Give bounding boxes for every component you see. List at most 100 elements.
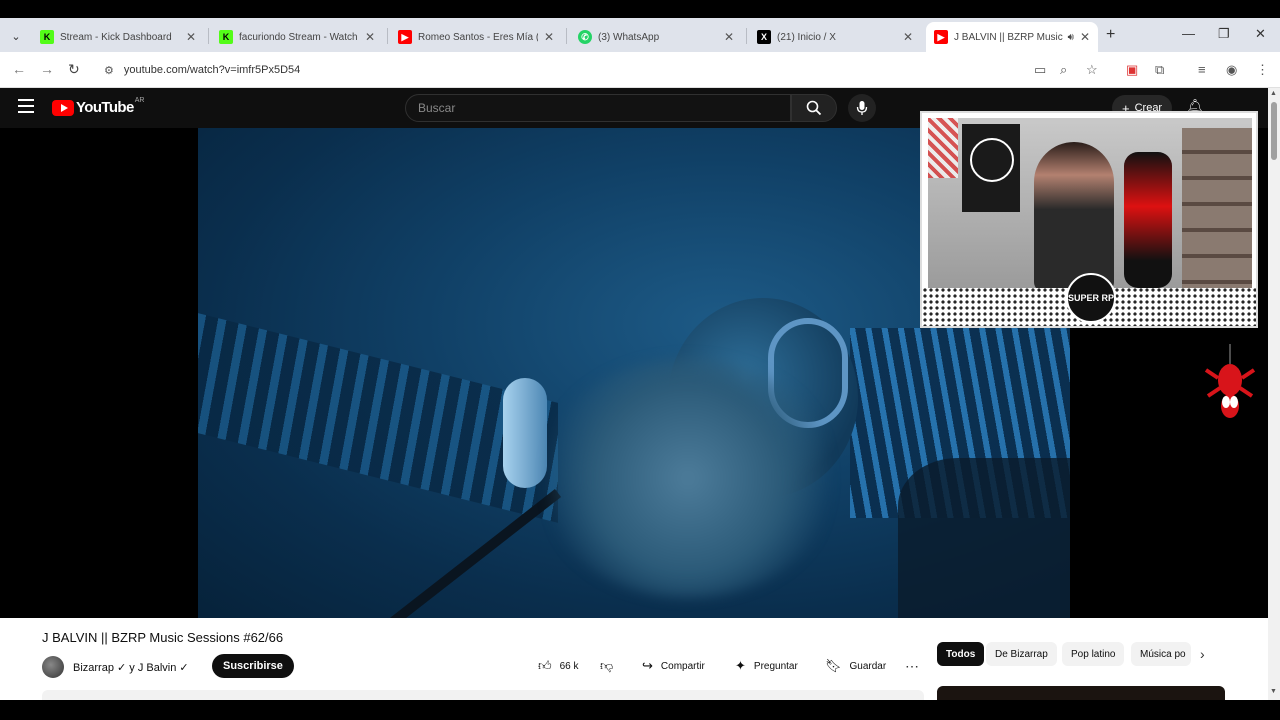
sparkle-icon: ✦ [735, 658, 746, 673]
webcam-feed [928, 118, 1252, 288]
youtube-icon: ▶ [934, 30, 948, 44]
badge-text: SUPER RP [1068, 292, 1115, 303]
bookmark-star-icon[interactable]: ☆ [1086, 62, 1098, 78]
chevron-right-icon[interactable]: › [1200, 646, 1205, 662]
tab-separator [566, 28, 567, 44]
streamer-webcam-overlay: SUPER RP [920, 111, 1258, 328]
channel-name[interactable]: Bizarrap ✓ y J Balvin ✓ [73, 661, 189, 674]
tab-title: (3) WhatsApp [598, 31, 660, 43]
page-scrollbar[interactable]: ▲ ▼ [1268, 88, 1280, 700]
bookmark-icon: 🔖︎ [825, 658, 842, 673]
tab-title: facuriondo Stream - Watch L [239, 31, 359, 43]
chip-label: De Bizarrap [995, 648, 1048, 660]
chip-latin-pop[interactable]: Pop latino [1062, 642, 1125, 666]
tab-bar: ⌄ K Stream - Kick Dashboard ✕ K facurion… [0, 18, 1280, 52]
tab-x[interactable]: X (21) Inicio / X ✕ [749, 22, 921, 52]
youtube-icon: ▶ [398, 30, 412, 44]
kick-icon: K [219, 30, 233, 44]
browser-tab-strip: ⌄ K Stream - Kick Dashboard ✕ K facurion… [0, 0, 1280, 52]
extensions-puzzle-icon[interactable]: ⧉ [1155, 62, 1164, 78]
kick-icon: K [40, 30, 54, 44]
scroll-down-icon[interactable]: ▼ [1270, 688, 1277, 695]
close-tab-icon[interactable]: ✕ [903, 30, 913, 44]
profile-icon[interactable]: ◉ [1226, 62, 1237, 78]
screen: ⌄ K Stream - Kick Dashboard ✕ K facurion… [0, 0, 1280, 720]
chip-all[interactable]: Todos [937, 642, 985, 666]
save-label: Guardar [849, 660, 887, 672]
media-control-icon[interactable]: ≡ [1198, 62, 1206, 77]
like-button[interactable]: 👍︎ 66 k [538, 654, 579, 678]
tab-title: Stream - Kick Dashboard [60, 31, 172, 43]
video-mic-stand [381, 489, 562, 618]
close-tab-icon[interactable]: ✕ [186, 30, 196, 44]
tab-kick-dashboard[interactable]: K Stream - Kick Dashboard ✕ [32, 22, 204, 52]
tab-title: J BALVIN || BZRP Music S [954, 31, 1064, 43]
scroll-up-icon[interactable]: ▲ [1270, 90, 1277, 97]
ask-label: Preguntar [753, 660, 798, 672]
tab-title: (21) Inicio / X [777, 31, 836, 43]
dislike-button[interactable]: 👎︎ [600, 654, 621, 678]
subscribe-button[interactable]: Suscribirse [212, 654, 294, 678]
stream-logo-badge: SUPER RP [1066, 273, 1116, 323]
like-count: 66 k [559, 660, 579, 672]
close-tab-icon[interactable]: ✕ [365, 30, 375, 44]
chip-music[interactable]: Música po [1131, 642, 1191, 666]
browser-toolbar: ← → ↻ ⚙ youtube.com/watch?v=imfr5Px5D54 … [0, 52, 1280, 88]
voice-search-button[interactable] [848, 94, 876, 122]
tab-romeo-santos[interactable]: ▶ Romeo Santos - Eres Mía (La ✕ [390, 22, 562, 52]
ask-button[interactable]: ✦ Preguntar [735, 654, 798, 678]
restore-icon[interactable]: ❐ [1218, 26, 1230, 42]
search-button[interactable] [791, 94, 837, 122]
forward-icon[interactable]: → [40, 61, 54, 77]
tab-separator [387, 28, 388, 44]
menu-icon[interactable] [18, 99, 34, 113]
channel-avatar[interactable] [42, 656, 64, 678]
screen-bottom-edge [0, 700, 1280, 720]
speaker-icon[interactable]: 🔊︎ [1068, 32, 1074, 43]
thumbs-up-icon: 👍︎ [538, 658, 552, 673]
share-icon: ↪ [642, 658, 653, 673]
browser-menu-icon[interactable]: ⋮ [1256, 62, 1269, 78]
reload-icon[interactable]: ↻ [68, 61, 80, 78]
scroll-thumb[interactable] [1271, 102, 1277, 160]
search-input[interactable]: Buscar [405, 94, 791, 122]
youtube-play-icon [52, 99, 74, 116]
tab-kick-stream[interactable]: K facuriondo Stream - Watch L ✕ [211, 22, 383, 52]
tab-separator [208, 28, 209, 44]
chip-label: Todos [946, 648, 976, 660]
close-tab-icon[interactable]: ✕ [1080, 30, 1090, 44]
tab-title: Romeo Santos - Eres Mía (La [418, 31, 538, 43]
save-button[interactable]: 🔖︎ Guardar [825, 654, 886, 678]
tab-search-icon[interactable]: ⌄ [6, 26, 26, 46]
close-window-icon[interactable]: ✕ [1255, 26, 1266, 42]
cast-icon[interactable]: ▭ [1034, 62, 1046, 78]
description-box[interactable] [42, 690, 924, 700]
youtube-logo[interactable]: YouTube AR [52, 97, 144, 116]
video-shadow [898, 458, 1070, 618]
more-actions-icon[interactable]: ⋯ [901, 654, 923, 678]
x-icon: X [757, 30, 771, 44]
tab-j-balvin[interactable]: ▶ J BALVIN || BZRP Music S 🔊︎ ✕ [926, 22, 1098, 52]
url-text[interactable]: youtube.com/watch?v=imfr5Px5D54 [124, 64, 300, 76]
spiderweb-decoration [928, 118, 958, 178]
new-tab-icon[interactable]: + [1106, 26, 1115, 44]
minimize-icon[interactable]: — [1182, 26, 1195, 41]
recommended-video-thumbnail[interactable] [937, 686, 1225, 700]
close-tab-icon[interactable]: ✕ [544, 30, 554, 44]
tab-separator [746, 28, 747, 44]
chip-label: Música po [1140, 648, 1186, 660]
extension-icon[interactable]: ▣ [1126, 62, 1138, 78]
video-info-section: J BALVIN || BZRP Music Sessions #62/66 B… [0, 618, 1268, 700]
tab-whatsapp[interactable]: ✆ (3) WhatsApp ✕ [570, 22, 742, 52]
chip-from-bizarrap[interactable]: De Bizarrap [986, 642, 1057, 666]
share-button[interactable]: ↪ Compartir [642, 654, 705, 678]
spiderman-poster [962, 124, 1020, 212]
streamer [1034, 142, 1114, 288]
zoom-icon[interactable]: ⌕ [1060, 62, 1067, 78]
thumbs-down-icon: 👎︎ [600, 658, 614, 673]
spiderman-hanging-icon [1204, 344, 1256, 418]
site-info-icon[interactable]: ⚙ [104, 64, 114, 77]
address-bar[interactable]: ⚙ youtube.com/watch?v=imfr5Px5D54 [94, 57, 1110, 83]
close-tab-icon[interactable]: ✕ [724, 30, 734, 44]
back-icon[interactable]: ← [12, 61, 26, 77]
